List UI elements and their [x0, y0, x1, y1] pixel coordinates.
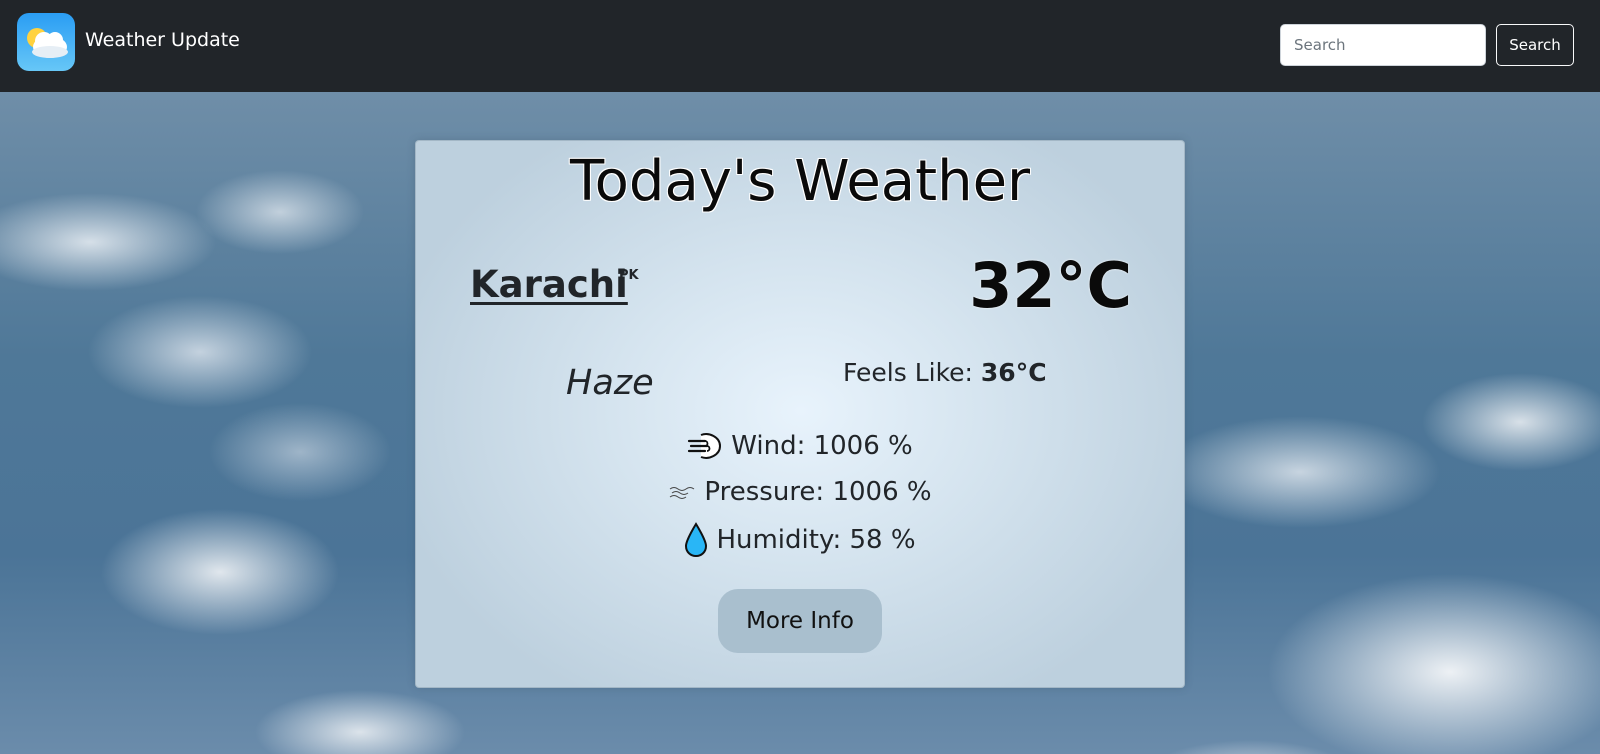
- brand-title: Weather Update: [85, 29, 240, 51]
- city-name: Karachi: [470, 263, 628, 306]
- country-code: PK: [619, 268, 639, 283]
- temperature: 32°C: [969, 249, 1132, 322]
- feels-like-label: Feels Like:: [843, 358, 981, 387]
- feels-like: Feels Like: 36°C: [843, 358, 1047, 387]
- pressure-lines-icon: [668, 483, 696, 501]
- weather-condition: Haze: [566, 363, 654, 403]
- humidity-text: Humidity: 58 %: [716, 525, 916, 555]
- pressure-text: Pressure: 1006 %: [704, 477, 932, 507]
- feels-like-value: 36°C: [980, 358, 1047, 387]
- wind-row: Wind: 1006 %: [416, 431, 1184, 461]
- navbar: Weather Update Search: [0, 0, 1600, 92]
- search-input[interactable]: [1280, 24, 1486, 66]
- wind-text: Wind: 1006 %: [731, 431, 913, 461]
- water-drop-icon: [684, 522, 708, 558]
- search-form: Search: [1280, 24, 1574, 66]
- humidity-row: Humidity: 58 %: [416, 522, 1184, 558]
- more-info-button[interactable]: More Info: [718, 589, 882, 653]
- sun-cloud-logo-icon: [17, 13, 75, 71]
- pressure-row: Pressure: 1006 %: [416, 477, 1184, 507]
- wind-face-icon: [687, 431, 723, 461]
- weather-card: Today's Weather Karachi PK 32°C Haze Fee…: [415, 140, 1185, 688]
- brand-link[interactable]: Weather Update: [17, 13, 240, 71]
- card-title: Today's Weather: [569, 149, 1031, 214]
- search-button[interactable]: Search: [1496, 24, 1574, 66]
